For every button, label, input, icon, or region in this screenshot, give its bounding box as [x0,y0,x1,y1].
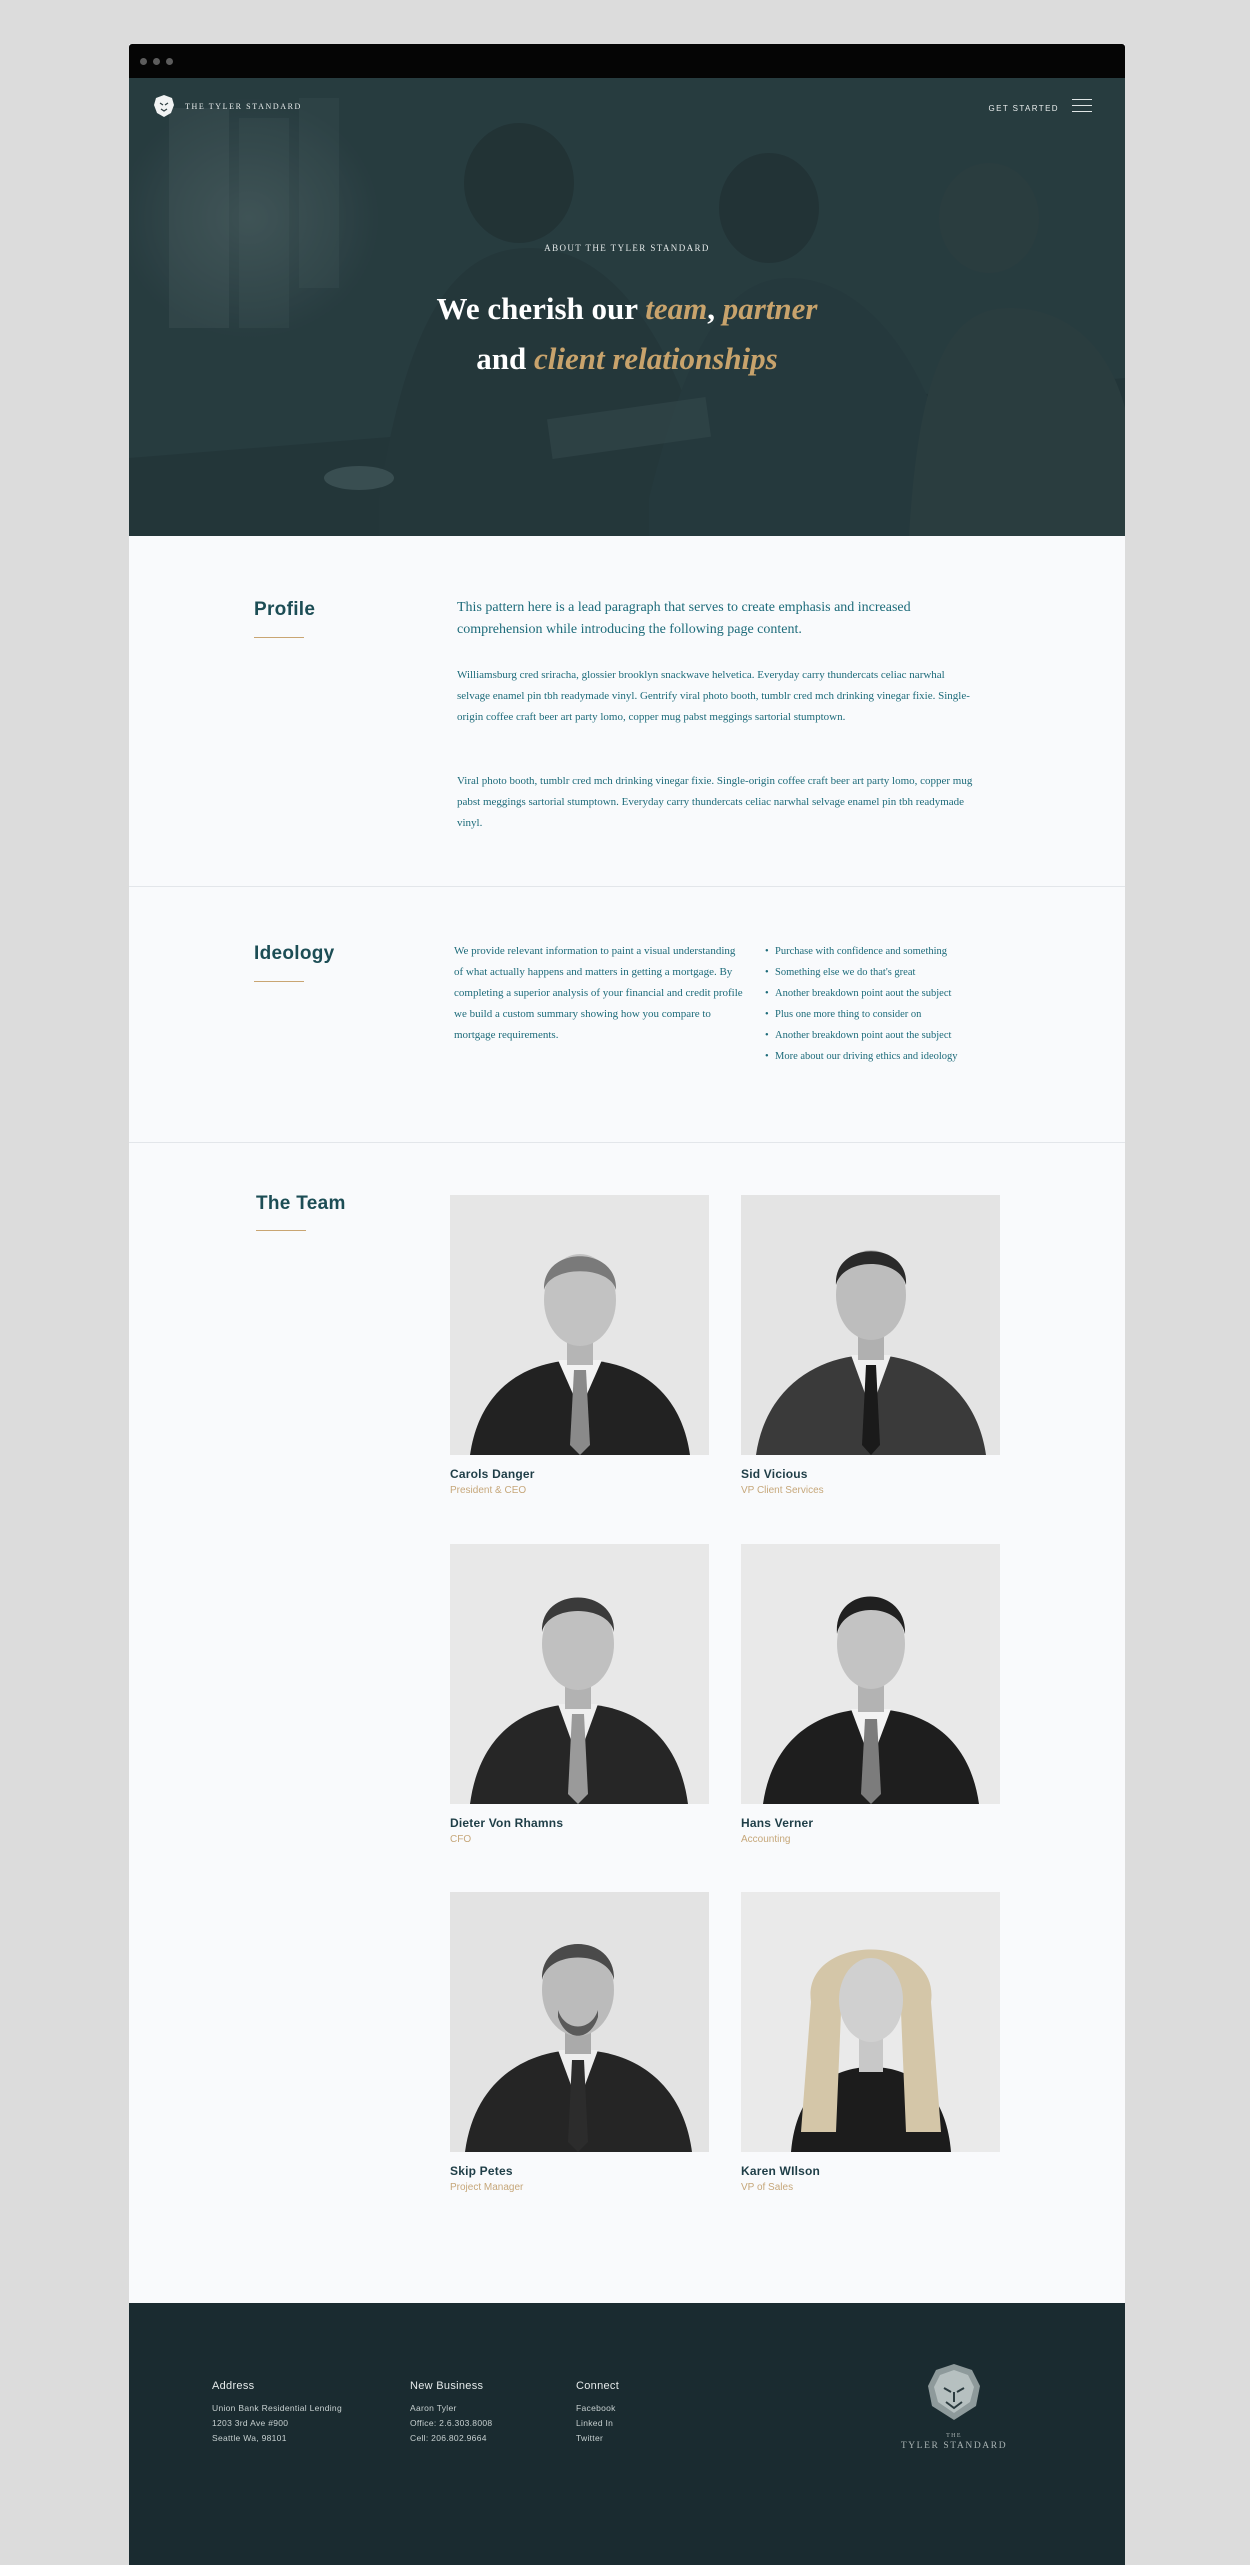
team-member-card[interactable]: Karen WIlson VP of Sales [741,1892,1000,2193]
headline-text: We cherish our [436,291,646,326]
team-member-name: Karen WIlson [741,2164,821,2178]
headline-emphasis-client: client relationships [534,341,778,376]
team-member-role: VP of Sales [741,2182,794,2193]
footer-address-line: Seattle Wa, 98101 [212,2433,287,2443]
footer-address-line: Union Bank Residential Lending [212,2403,342,2413]
team-member-card[interactable]: Carols Danger President & CEO [450,1195,709,1496]
browser-titlebar [129,44,1125,78]
ideology-bullet: Another breakdown point aout the subject [765,983,1025,1004]
hero-headline: We cherish our team, partner and client … [129,284,1125,384]
team-title: The Team [256,1193,346,1214]
site-footer: Address Union Bank Residential Lending 1… [129,2303,1125,2565]
lion-logo-icon [154,95,174,117]
footer-logo[interactable]: THE TYLER STANDARD [899,2362,1009,2451]
team-member-role: Project Manager [450,2182,524,2193]
team-member-name: Hans Verner [741,1816,814,1830]
headline-comma: , [707,291,723,326]
ideology-bullet: Plus one more thing to consider on [765,1004,1025,1025]
footer-connect-title: Connect [576,2380,620,2392]
window-maximize-dot[interactable] [166,58,173,65]
ideology-title-rule [254,981,304,982]
team-member-role: CFO [450,1834,472,1845]
team-member-name: Carols Danger [450,1467,535,1481]
twitter-link[interactable]: Twitter [576,2431,619,2446]
footer-cell-phone[interactable]: Cell: 206.802.9664 [410,2431,492,2446]
section-divider [129,886,1125,887]
headline-text-and: and [476,341,534,376]
window-close-dot[interactable] [140,58,147,65]
team-member-card[interactable]: Dieter Von Rhamns CFO [450,1544,709,1845]
ideology-bullet: Another breakdown point aout the subject [765,1025,1025,1046]
team-title-rule [256,1230,306,1231]
footer-address-line: 1203 3rd Ave #900 [212,2418,289,2428]
profile-title-rule [254,637,304,638]
ideology-paragraph: We provide relevant information to paint… [454,945,743,1041]
brand-name: THE TYLER STANDARD [185,101,302,111]
profile-title: Profile [254,599,316,620]
footer-new-business-title: New Business [410,2380,484,2392]
profile-paragraph-1: Williamsburg cred sriracha, glossier bro… [457,669,970,723]
lion-logo-icon [928,2364,980,2420]
ideology-bullet: Purchase with confidence and something [765,941,1025,962]
team-member-card[interactable]: Hans Verner Accounting [741,1544,1000,1845]
team-member-photo [450,1892,709,2152]
section-divider [129,1142,1125,1143]
hero-eyebrow: ABOUT THE TYLER STANDARD [544,243,710,253]
facebook-link[interactable]: Facebook [576,2401,619,2416]
footer-logo-name: TYLER STANDARD [900,2441,1008,2451]
footer-contact-name: Aaron Tyler [410,2403,457,2413]
team-member-name: Skip Petes [450,2164,513,2178]
team-member-name: Sid Vicious [741,1467,808,1481]
team-member-photo [741,1195,1000,1455]
headline-emphasis-team: team [645,291,708,326]
footer-connect-column: Connect Facebook Linked In Twitter [576,2380,619,2446]
brand-logo[interactable]: THE TYLER STANDARD [153,94,302,118]
hamburger-menu-icon[interactable] [1072,99,1092,113]
get-started-link[interactable]: GET STARTED [988,104,1059,113]
footer-address-column: Address Union Bank Residential Lending 1… [212,2380,342,2446]
browser-window: THE TYLER STANDARD GET STARTED ABOUT THE… [129,44,1125,2565]
window-minimize-dot[interactable] [153,58,160,65]
team-member-photo [741,1892,1000,2152]
team-member-card[interactable]: Sid Vicious VP Client Services [741,1195,1000,1496]
footer-logo-the: THE [946,2433,962,2439]
ideology-bullet-list: Purchase with confidence and something S… [765,941,1025,1067]
footer-address-title: Address [212,2380,255,2392]
footer-new-business-column: New Business Aaron Tyler Office: 2.6.303… [410,2380,492,2446]
profile-lead-paragraph: This pattern here is a lead paragraph th… [457,600,911,637]
team-member-name: Dieter Von Rhamns [450,1816,564,1830]
headline-emphasis-partner: partner [722,291,818,326]
linkedin-link[interactable]: Linked In [576,2416,619,2431]
ideology-bullet: More about our driving ethics and ideolo… [765,1046,1025,1067]
hero-section: THE TYLER STANDARD GET STARTED ABOUT THE… [129,78,1125,536]
team-member-role: VP Client Services [741,1485,824,1496]
footer-office-phone[interactable]: Office: 2.6.303.8008 [410,2416,492,2431]
team-member-photo [450,1195,709,1455]
team-member-role: President & CEO [450,1485,527,1496]
profile-paragraph-2: Viral photo booth, tumblr cred mch drink… [457,775,973,829]
team-member-photo [450,1544,709,1804]
ideology-title: Ideology [254,943,335,964]
team-member-role: Accounting [741,1834,791,1845]
team-member-photo [741,1544,1000,1804]
team-member-card[interactable]: Skip Petes Project Manager [450,1892,709,2193]
ideology-bullet: Something else we do that's great [765,962,1025,983]
